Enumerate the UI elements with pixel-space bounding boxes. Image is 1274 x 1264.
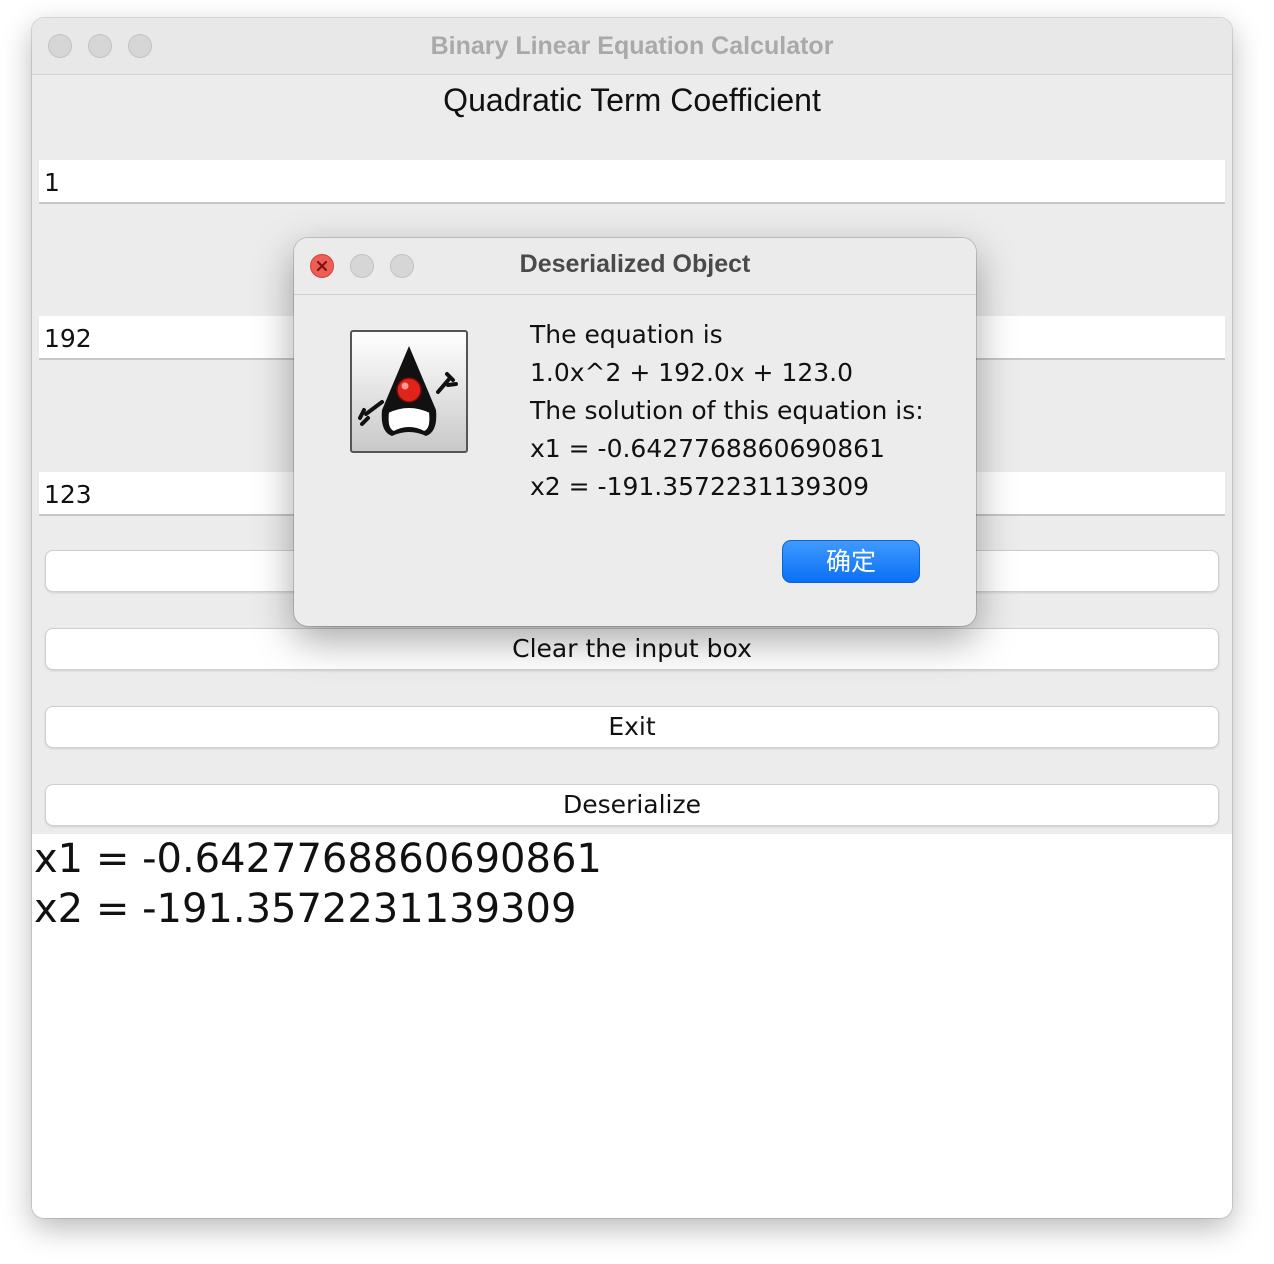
window-titlebar[interactable]: Binary Linear Equation Calculator <box>32 18 1232 75</box>
dialog-titlebar[interactable]: Deserialized Object <box>294 238 976 295</box>
quadratic-coefficient-label: Quadratic Term Coefficient <box>443 82 821 118</box>
result-output-area[interactable]: x1 = -0.6427768860690861 x2 = -191.35722… <box>32 834 1232 1218</box>
dialog-message-line: The solution of this equation is: <box>530 396 924 425</box>
quadratic-coefficient-input[interactable]: 1 <box>39 160 1225 204</box>
dialog-message-line: x1 = -0.6427768860690861 <box>530 434 885 463</box>
dialog-message: The equation is 1.0x^2 + 192.0x + 123.0 … <box>530 316 924 506</box>
window-title: Binary Linear Equation Calculator <box>430 32 834 60</box>
result-line-x1: x1 = -0.6427768860690861 <box>34 836 602 882</box>
deserialized-object-dialog: Deserialized Object The equation is 1.0x… <box>294 238 976 626</box>
exit-button[interactable]: Exit <box>45 706 1219 748</box>
result-line-x2: x2 = -191.3572231139309 <box>34 886 577 932</box>
deserialize-button[interactable]: Deserialize <box>45 784 1219 826</box>
java-duke-icon <box>350 330 468 453</box>
dialog-message-line: x2 = -191.3572231139309 <box>530 472 870 501</box>
dialog-message-line: 1.0x^2 + 192.0x + 123.0 <box>530 358 854 387</box>
dialog-message-line: The equation is <box>530 320 723 349</box>
dialog-title: Deserialized Object <box>519 250 751 278</box>
clear-input-button[interactable]: Clear the input box <box>45 628 1219 670</box>
ok-button[interactable]: 确定 <box>782 540 920 583</box>
